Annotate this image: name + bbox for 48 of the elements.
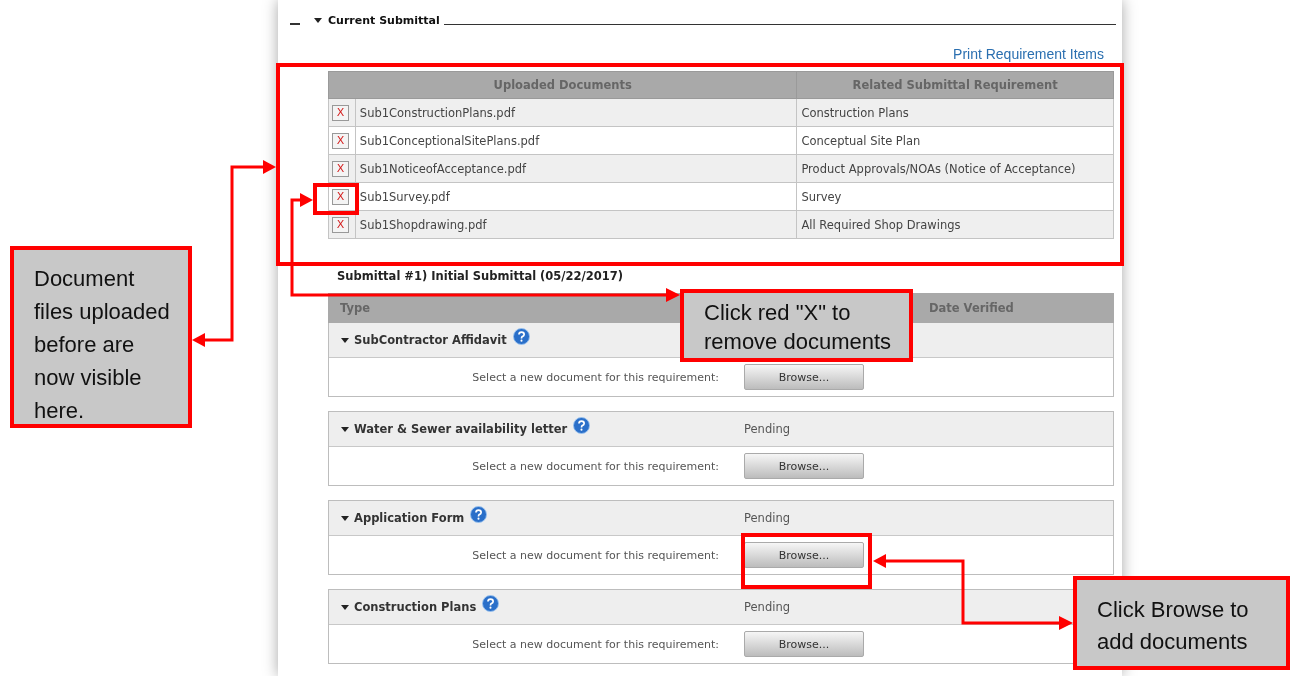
help-icon[interactable] [512, 327, 530, 345]
help-icon[interactable] [573, 416, 591, 434]
browse-button[interactable]: Browse... [744, 631, 864, 657]
requirement-name: Water & Sewer availability letter [354, 422, 568, 436]
requirement-name: SubContractor Affidavit [354, 333, 507, 347]
browse-button[interactable]: Browse... [744, 453, 864, 479]
submittal-title: Submittal #1) Initial Submittal (05/22/2017) [337, 269, 625, 285]
expand-icon[interactable] [341, 426, 349, 432]
help-icon[interactable] [482, 594, 500, 612]
callout: Click red "X" to remove documents [680, 289, 913, 362]
remove-button[interactable]: X [332, 188, 349, 205]
file-name: Sub1Shopdrawing.pdf [355, 210, 797, 239]
browse-button[interactable]: Browse... [744, 542, 864, 568]
table-cell: Conceptual Site Plan [796, 126, 1114, 155]
expand-icon[interactable] [341, 337, 349, 343]
expand-icon[interactable] [341, 515, 349, 521]
column-header: Type [340, 301, 370, 315]
help-icon[interactable] [470, 505, 488, 523]
prompt-text: Select a new document for this requirement: [471, 459, 719, 473]
callout: Click Browse to add documents [1073, 576, 1290, 670]
requirement-name: Application Form [354, 511, 465, 525]
section-title: Current Submittal [328, 13, 440, 27]
prompt-text: Select a new document for this requirement: [471, 637, 719, 651]
expand-icon[interactable] [314, 17, 322, 23]
prompt-text: Select a new document for this requirement: [471, 548, 719, 562]
requirement-name: Construction Plans [354, 600, 477, 614]
remove-button[interactable]: X [332, 160, 349, 177]
table-cell: Construction Plans [796, 98, 1114, 127]
status-text: Pending [744, 511, 790, 525]
status-text: Pending [744, 422, 790, 436]
remove-button[interactable]: X [332, 132, 349, 149]
file-name: Sub1NoticeofAcceptance.pdf [355, 154, 797, 183]
column-header: Date Verified [929, 301, 1015, 315]
column-header: Related Submittal Requirement [796, 71, 1114, 99]
table-cell: Product Approvals/NOAs (Notice of Acceptance) [796, 154, 1114, 183]
browse-button[interactable]: Browse... [744, 364, 864, 390]
expand-icon[interactable] [341, 604, 349, 610]
callout: Document files uploaded before are now visible here. [10, 246, 192, 428]
table-cell: All Required Shop Drawings [796, 210, 1114, 239]
column-header: Uploaded Documents [328, 71, 797, 99]
print-link[interactable]: Print Requirement Items [953, 47, 1104, 61]
remove-button[interactable]: X [332, 216, 349, 233]
prompt-text: Select a new document for this requirement: [471, 370, 719, 384]
remove-button[interactable]: X [332, 104, 349, 121]
table-cell: Survey [796, 182, 1114, 211]
status-text: Pending [744, 600, 790, 614]
file-name: Sub1ConstructionPlans.pdf [355, 98, 797, 127]
file-name: Sub1ConceptionalSitePlans.pdf [355, 126, 797, 155]
